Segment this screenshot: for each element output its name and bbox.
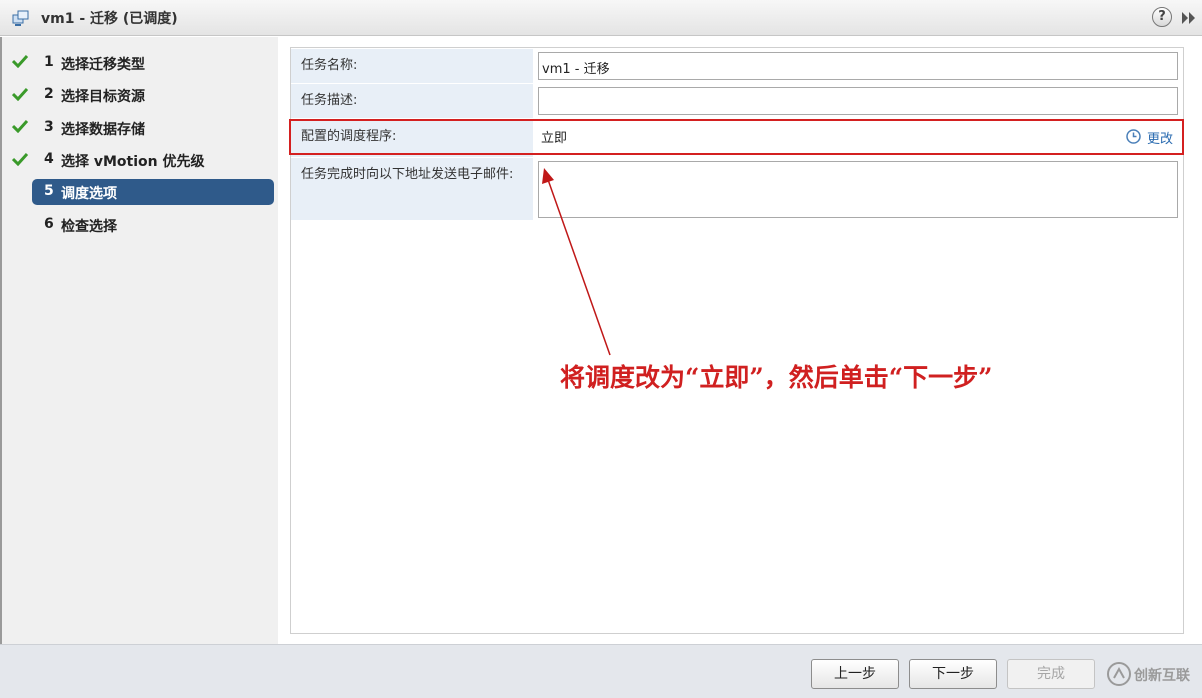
step-schedule-options[interactable]: 5 调度选项	[32, 179, 274, 205]
step-label: 检查选择	[61, 219, 117, 235]
task-desc-label: 任务描述:	[291, 84, 533, 118]
wizard-step-list: 1 选择迁移类型 2 选择目标资源 3 选择数据存储 4 选择 vMotion …	[0, 37, 278, 644]
annotation-arrow	[542, 168, 611, 356]
check-icon	[12, 54, 28, 68]
email-row: 任务完成时向以下地址发送电子邮件:	[291, 158, 1183, 220]
step-label: 选择 vMotion 优先级	[61, 154, 205, 170]
step-select-vmotion-priority[interactable]: 4 选择 vMotion 优先级	[32, 147, 274, 173]
step-label: 调度选项	[61, 186, 117, 202]
step-select-target-resource[interactable]: 2 选择目标资源	[32, 82, 274, 108]
dialog-title-bar: vm1 - 迁移 (已调度) ?	[0, 0, 1202, 36]
email-textarea[interactable]	[538, 161, 1178, 218]
task-name-input[interactable]: vm1 - 迁移	[538, 52, 1178, 80]
step-label: 选择迁移类型	[61, 57, 145, 73]
task-desc-row: 任务描述:	[291, 84, 1183, 118]
check-icon	[12, 119, 28, 133]
vm-migrate-icon	[12, 10, 29, 26]
step-label: 选择数据存储	[61, 122, 145, 138]
watermark: 创新互联	[1104, 659, 1202, 693]
watermark-logo-icon	[1107, 662, 1131, 686]
next-button[interactable]: 下一步	[909, 659, 997, 689]
email-label: 任务完成时向以下地址发送电子邮件:	[291, 158, 533, 220]
task-desc-input[interactable]	[538, 87, 1178, 115]
schedule-highlight-box	[289, 119, 1184, 155]
step-select-datastore[interactable]: 3 选择数据存储	[32, 115, 274, 141]
back-button[interactable]: 上一步	[811, 659, 899, 689]
help-icon[interactable]: ?	[1152, 7, 1172, 27]
expand-icon[interactable]	[1180, 9, 1198, 27]
finish-button[interactable]: 完成	[1007, 659, 1095, 689]
check-icon	[12, 152, 28, 166]
step-select-migration-type[interactable]: 1 选择迁移类型	[32, 50, 274, 76]
step-label: 选择目标资源	[61, 89, 145, 105]
arrowhead	[542, 168, 554, 184]
step-review-selections[interactable]: 6 检查选择	[32, 212, 274, 238]
check-icon	[12, 87, 28, 101]
annotation-text: 将调度改为“立即”，然后单击“下一步”	[560, 363, 993, 392]
task-name-row: 任务名称: vm1 - 迁移	[291, 49, 1183, 83]
watermark-text: 创新互联	[1134, 668, 1190, 684]
dialog-footer: 上一步 下一步 完成 创新互联	[0, 644, 1202, 698]
task-name-label: 任务名称:	[291, 49, 533, 83]
dialog-title: vm1 - 迁移 (已调度)	[41, 11, 178, 27]
